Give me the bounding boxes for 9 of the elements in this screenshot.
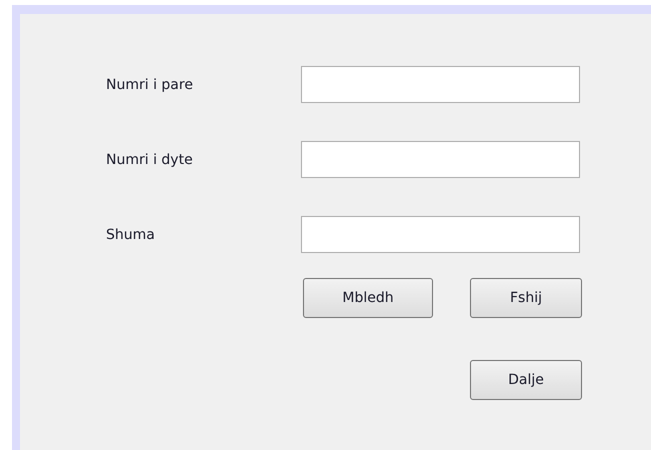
push-button[interactable]: Dalje <box>470 360 582 400</box>
input-field[interactable] <box>301 216 580 253</box>
field-label: Numri i dyte <box>106 152 194 168</box>
field-label: Numri i pare <box>106 76 194 92</box>
input-field[interactable] <box>301 141 580 178</box>
push-button[interactable]: Fshij <box>470 278 582 318</box>
push-button[interactable]: Mbledh <box>303 278 433 318</box>
input-field[interactable] <box>301 66 580 103</box>
field-label: Shuma <box>106 226 156 242</box>
